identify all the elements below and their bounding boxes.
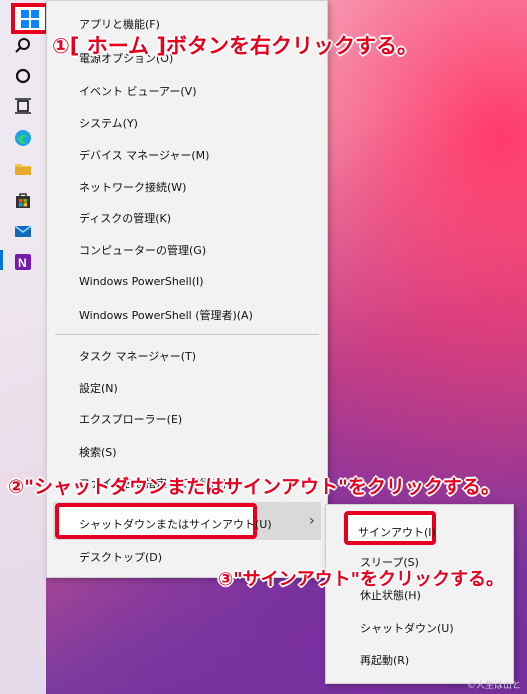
menu-item-shutdown-signout-label: シャットダウンまたはサインアウト(U) — [79, 518, 272, 531]
chevron-right-icon: › — [309, 513, 315, 529]
menu-item-task-manager[interactable]: タスク マネージャー(T) — [79, 348, 196, 364]
menu-item-system[interactable]: システム(Y) — [79, 115, 138, 131]
menu-item-device-manager[interactable]: デバイス マネージャー(M) — [79, 147, 209, 163]
menu-item-shutdown-signout[interactable]: シャットダウンまたはサインアウト(U) — [55, 503, 272, 539]
start-button[interactable] — [11, 3, 49, 34]
submenu-item-shutdown[interactable]: シャットダウン(U) — [360, 620, 454, 636]
annotation-step1: ①[ ホーム ]ボタンを右クリックする。 — [52, 34, 418, 58]
store-icon[interactable] — [11, 188, 35, 212]
menu-item-desktop[interactable]: デスクトップ(D) — [79, 549, 162, 565]
menu-item-powershell-admin[interactable]: Windows PowerShell (管理者)(A) — [79, 307, 253, 323]
copyright-watermark: ©人生は山と — [466, 681, 521, 691]
taskbar: N — [0, 0, 49, 694]
active-app-indicator — [0, 250, 3, 270]
menu-item-disk-management[interactable]: ディスクの管理(K) — [79, 210, 171, 226]
cortana-icon[interactable] — [11, 64, 35, 88]
submenu-item-restart[interactable]: 再起動(R) — [360, 652, 409, 668]
file-explorer-icon[interactable] — [11, 157, 35, 181]
menu-item-settings[interactable]: 設定(N) — [79, 380, 118, 396]
menu-item-network-connections[interactable]: ネットワーク接続(W) — [79, 179, 186, 195]
edge-icon[interactable] — [11, 126, 35, 150]
annotation-step2: ②"シャットダウンまたはサインアウト"をクリックする。 — [8, 476, 500, 498]
mail-icon[interactable] — [11, 219, 35, 243]
menu-item-computer-management[interactable]: コンピューターの管理(G) — [79, 242, 206, 258]
task-view-icon[interactable] — [11, 94, 35, 118]
submenu-item-signout[interactable]: サインアウト(I) — [344, 511, 436, 545]
menu-item-file-explorer[interactable]: エクスプローラー(E) — [79, 411, 182, 427]
submenu-item-signout-label: サインアウト(I) — [358, 526, 436, 539]
menu-item-powershell[interactable]: Windows PowerShell(I) — [79, 275, 204, 288]
menu-separator — [55, 334, 319, 335]
menu-item-search[interactable]: 検索(S) — [79, 444, 117, 460]
svg-text:N: N — [18, 256, 27, 270]
menu-item-event-viewer[interactable]: イベント ビューアー(V) — [79, 83, 197, 99]
search-icon[interactable] — [11, 34, 35, 58]
windows-start-icon — [21, 9, 39, 28]
onenote-icon[interactable]: N — [11, 250, 35, 274]
annotation-step3: ③"サインアウト"をクリックする。 — [218, 569, 504, 590]
shutdown-submenu: サインアウト(I) スリープ(S) 休止状態(H) シャットダウン(U) 再起動… — [325, 504, 514, 684]
